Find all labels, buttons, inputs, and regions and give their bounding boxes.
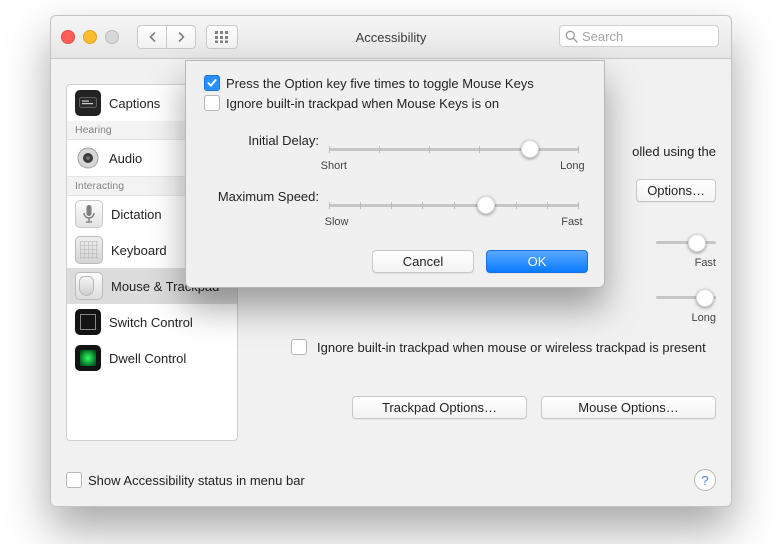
audio-icon	[75, 145, 101, 171]
captions-icon	[75, 90, 101, 116]
sidebar-item-label: Dictation	[111, 207, 162, 222]
mouse-trackpad-icon	[75, 272, 103, 300]
toggle-mouse-keys-checkbox[interactable]	[204, 75, 220, 91]
initial-delay-label: Initial Delay:	[204, 133, 319, 148]
ignore-trackpad-mousekeys-checkbox[interactable]	[204, 95, 220, 111]
show-status-checkbox[interactable]	[66, 472, 82, 488]
ok-button[interactable]: OK	[486, 250, 588, 273]
search-placeholder: Search	[582, 29, 623, 44]
bg-slider-long-label: Long	[692, 312, 716, 324]
ignore-trackpad-mousekeys-label: Ignore built-in trackpad when Mouse Keys…	[226, 96, 499, 111]
sidebar-item-label: Captions	[109, 96, 160, 111]
cancel-button[interactable]: Cancel	[372, 250, 474, 273]
search-field[interactable]: Search	[559, 25, 719, 47]
sidebar-item-label: Audio	[109, 151, 142, 166]
show-status-row[interactable]: Show Accessibility status in menu bar	[66, 472, 305, 488]
dwell-control-icon	[75, 345, 101, 371]
ignore-trackpad-checkbox[interactable]	[291, 339, 307, 355]
partial-text: olled using the	[632, 144, 716, 159]
titlebar: Accessibility Search	[51, 16, 731, 59]
switch-control-icon	[75, 309, 101, 335]
toggle-mouse-keys-label: Press the Option key five times to toggl…	[226, 76, 534, 91]
show-status-label: Show Accessibility status in menu bar	[88, 473, 305, 488]
bg-slider-1[interactable]	[656, 232, 716, 256]
search-icon	[565, 30, 578, 43]
help-button[interactable]: ?	[694, 469, 716, 491]
maximum-speed-label: Maximum Speed:	[204, 189, 319, 204]
keyboard-icon	[75, 236, 103, 264]
ignore-trackpad-row[interactable]: Ignore built-in trackpad when mouse or w…	[291, 339, 716, 357]
footer: Show Accessibility status in menu bar ?	[66, 469, 716, 491]
trackpad-options-button[interactable]: Trackpad Options…	[352, 396, 527, 419]
bg-slider-2[interactable]	[656, 287, 716, 311]
mouse-keys-options-sheet: Press the Option key five times to toggl…	[185, 60, 605, 288]
sidebar-item-label: Dwell Control	[109, 351, 186, 366]
ignore-trackpad-mousekeys-row[interactable]: Ignore built-in trackpad when Mouse Keys…	[204, 95, 586, 111]
sidebar-item-switch-control[interactable]: Switch Control	[67, 304, 237, 340]
maximum-speed-fast-label: Fast	[561, 216, 582, 228]
initial-delay-long-label: Long	[560, 160, 584, 172]
maximum-speed-slow-label: Slow	[325, 216, 349, 228]
sidebar-item-label: Keyboard	[111, 243, 167, 258]
sidebar-item-label: Switch Control	[109, 315, 193, 330]
initial-delay-short-label: Short	[321, 160, 347, 172]
dictation-icon	[75, 200, 103, 228]
ignore-trackpad-label: Ignore built-in trackpad when mouse or w…	[317, 339, 706, 357]
bg-slider-fast-label: Fast	[695, 257, 716, 269]
sidebar-item-dwell-control[interactable]: Dwell Control	[67, 340, 237, 376]
options-button[interactable]: Options…	[636, 179, 716, 202]
toggle-mouse-keys-row[interactable]: Press the Option key five times to toggl…	[204, 75, 586, 91]
mouse-options-button[interactable]: Mouse Options…	[541, 396, 716, 419]
